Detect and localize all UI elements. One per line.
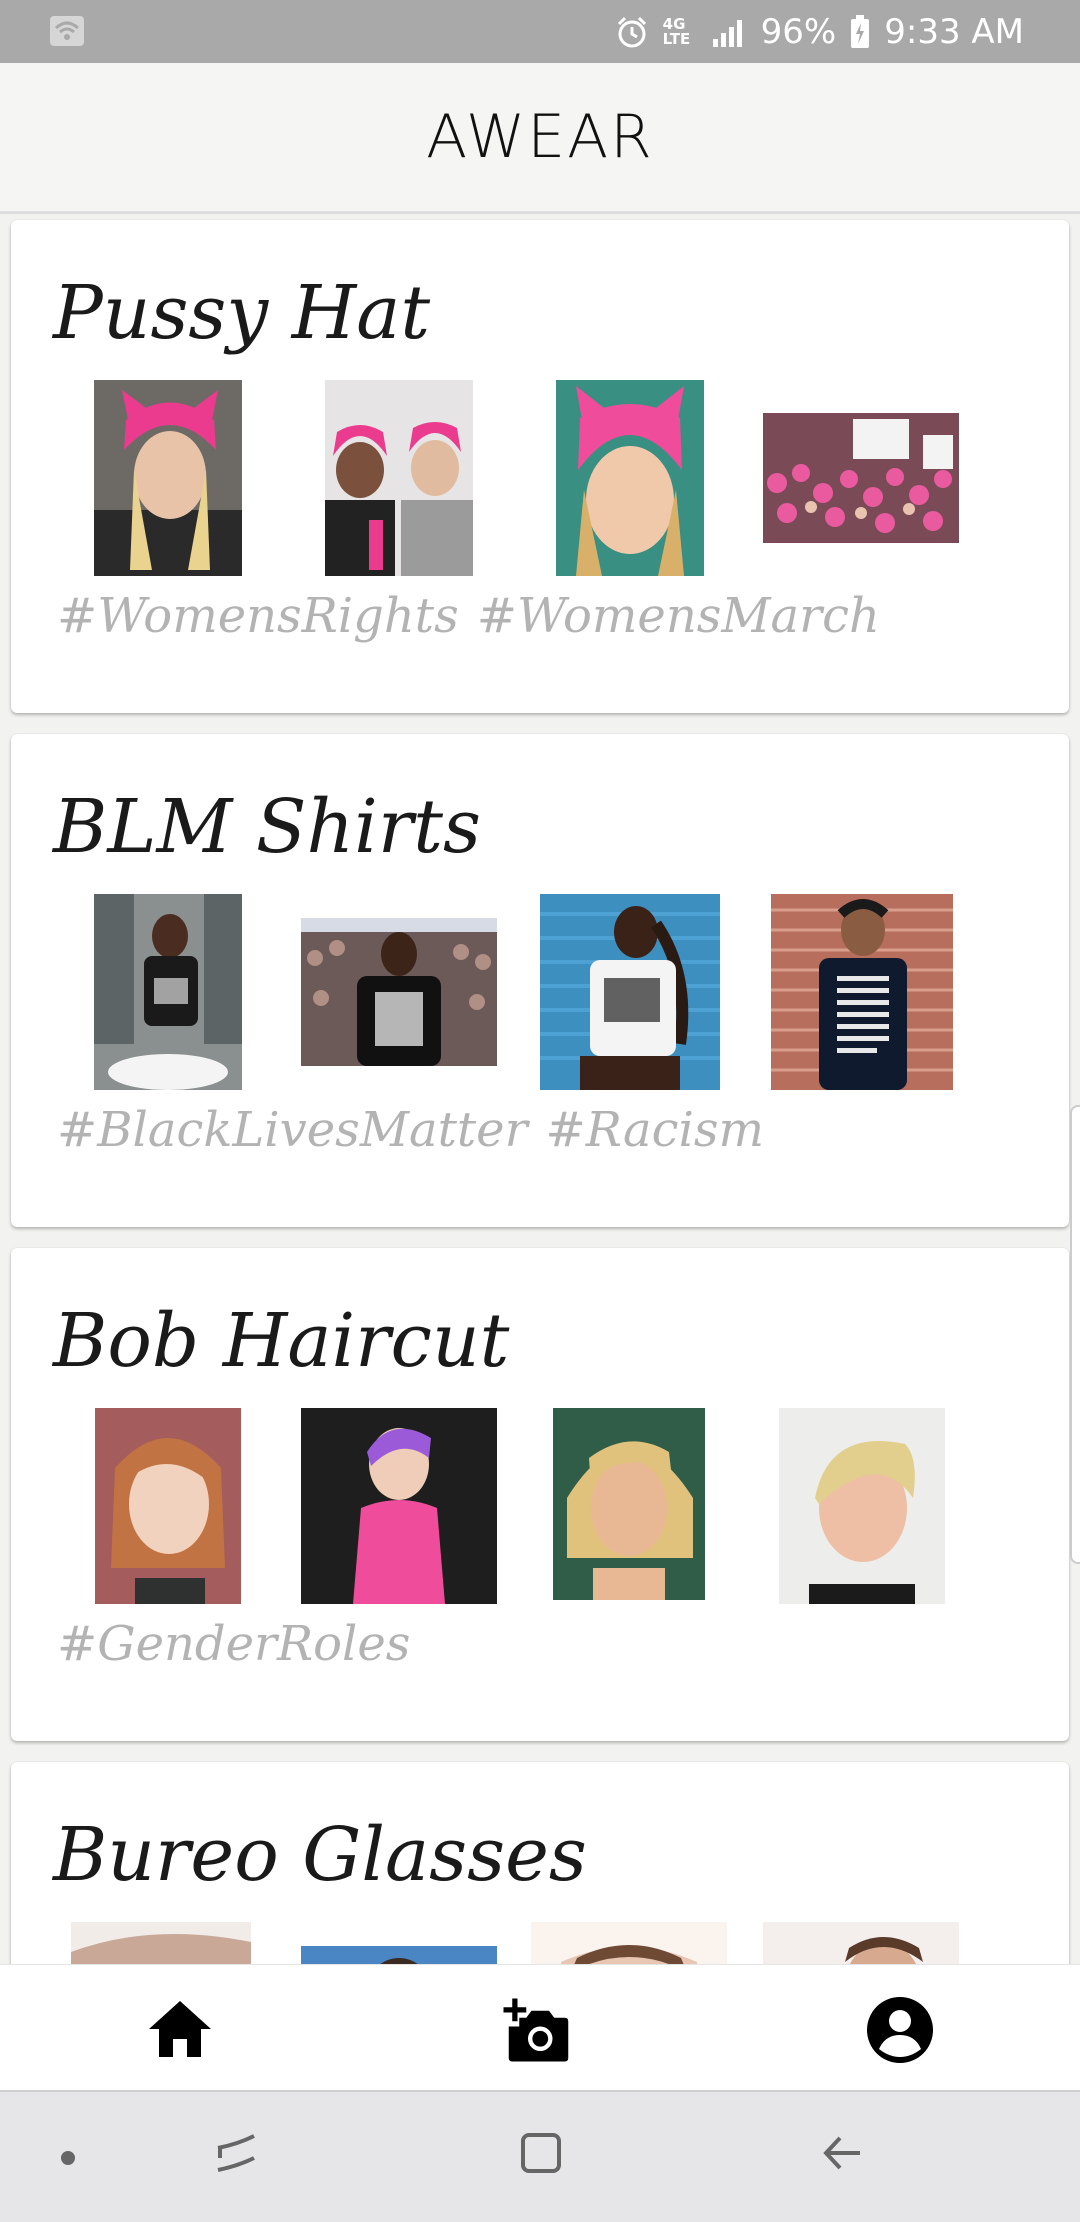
back-icon[interactable] <box>820 2130 866 2176</box>
feed-image[interactable] <box>531 1922 727 1964</box>
wifi-icon <box>50 16 84 46</box>
feed-card[interactable]: Pussy Hat #WomensRights #WomensMarch <box>11 220 1069 713</box>
alarm-icon <box>617 16 646 47</box>
hashtag[interactable]: #WomensRights <box>57 588 459 644</box>
card-title: Bob Haircut <box>53 1298 510 1384</box>
hashtag[interactable]: #BlackLivesMatter <box>57 1102 528 1158</box>
feed-image[interactable] <box>556 380 704 576</box>
scrollbar[interactable] <box>1070 1105 1080 1564</box>
feed-card[interactable]: Bob Haircut #GenderRoles <box>11 1248 1069 1741</box>
card-title: Bureo Glasses <box>53 1812 587 1898</box>
feed-image[interactable] <box>301 1408 497 1604</box>
recent-apps-icon[interactable] <box>214 2130 260 2176</box>
feed-image[interactable] <box>763 1922 959 1964</box>
home-icon[interactable] <box>145 1995 215 2065</box>
battery-charging-icon <box>851 14 870 48</box>
feed-card[interactable]: Bureo Glasses <box>11 1762 1069 1964</box>
feed-image[interactable] <box>95 1408 241 1604</box>
feed-image[interactable] <box>763 413 959 543</box>
status-bar: 4G LTE 96% 9:33 AM <box>0 0 1080 63</box>
feed-image[interactable] <box>94 380 242 576</box>
add-photo-icon[interactable] <box>500 1995 570 2065</box>
home-button-icon[interactable] <box>518 2130 564 2176</box>
clock: 9:33 AM <box>884 11 1024 52</box>
feed-image[interactable] <box>301 918 497 1066</box>
account-icon[interactable] <box>865 1995 935 2065</box>
image-row <box>11 1922 1069 1964</box>
signal-icon <box>712 19 742 47</box>
feed-image[interactable] <box>771 894 953 1090</box>
app-bar: AWEAR <box>0 63 1080 214</box>
feed-image[interactable] <box>94 894 242 1090</box>
hashtag-list: #BlackLivesMatter #Racism <box>57 1102 782 1158</box>
feed-image[interactable] <box>71 1922 251 1964</box>
outfit-feed[interactable]: Pussy Hat #WomensRights #WomensMarch BLM… <box>0 214 1080 1964</box>
feed-image[interactable] <box>301 1946 497 1964</box>
app-title: AWEAR <box>426 102 654 172</box>
feed-image[interactable] <box>779 1408 945 1604</box>
network-type: 4G LTE <box>662 14 691 48</box>
hashtag-list: #GenderRoles <box>57 1616 428 1672</box>
hashtag-list: #WomensRights #WomensMarch <box>57 588 898 644</box>
feed-image[interactable] <box>325 380 473 576</box>
dot-icon[interactable] <box>60 2150 76 2166</box>
card-title: Pussy Hat <box>53 270 431 356</box>
feed-image[interactable] <box>540 894 720 1090</box>
system-navigation-bar <box>0 2090 1080 2222</box>
card-title: BLM Shirts <box>53 784 481 870</box>
battery-percent: 96% <box>760 11 837 52</box>
hashtag[interactable]: #GenderRoles <box>57 1616 410 1672</box>
image-row <box>11 1408 1069 1608</box>
hashtag[interactable]: #WomensMarch <box>477 588 880 644</box>
feed-image[interactable] <box>553 1408 705 1600</box>
image-row <box>11 380 1069 580</box>
bottom-navigation <box>0 1964 1080 2091</box>
hashtag[interactable]: #Racism <box>546 1102 764 1158</box>
feed-card[interactable]: BLM Shirts #BlackLivesMatter #Racism <box>11 734 1069 1227</box>
image-row <box>11 894 1069 1094</box>
